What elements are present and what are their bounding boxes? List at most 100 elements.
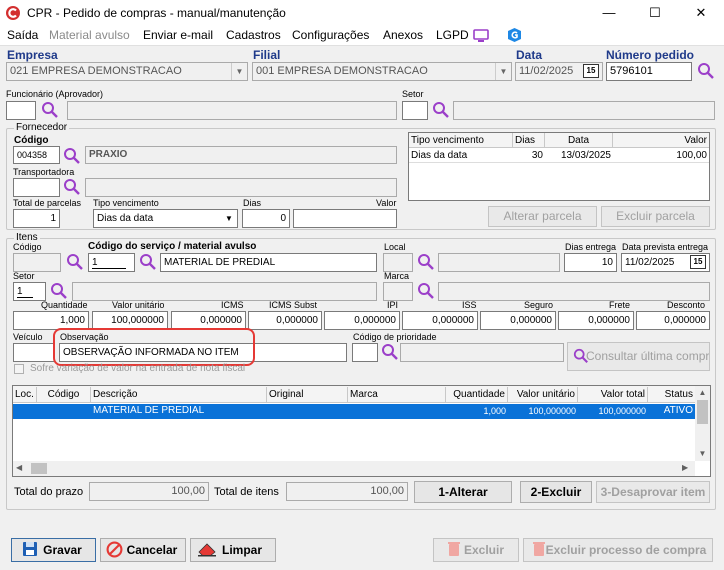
- item-setor-label: Setor: [13, 271, 35, 281]
- dias-label: Dias: [243, 198, 262, 208]
- monitor-icon[interactable]: [473, 29, 489, 43]
- col-quantidade[interactable]: Quantidade: [446, 387, 508, 402]
- dias-entrega-field[interactable]: 10: [564, 253, 617, 272]
- cell-dias: 30: [531, 150, 543, 161]
- search-icon[interactable]: [63, 147, 81, 165]
- variacao-checkbox-label: Sofre variação de valor na entrada de no…: [30, 363, 246, 374]
- col-loc[interactable]: Loc.: [13, 387, 37, 402]
- excluir-button[interactable]: Excluir: [433, 538, 519, 562]
- menu-cadastros[interactable]: Cadastros: [226, 28, 281, 42]
- item-setor-value: 1: [17, 286, 33, 298]
- fornecedor-codigo-field[interactable]: 004358: [13, 146, 60, 164]
- excluir-processo-button[interactable]: Excluir processo de compra: [523, 538, 713, 562]
- transportadora-label: Transportadora: [13, 167, 75, 177]
- scroll-up-icon[interactable]: ▲: [695, 388, 710, 397]
- servico-code-field[interactable]: 1: [88, 253, 135, 272]
- funcionario-name-field: [67, 101, 397, 120]
- transportadora-code-input[interactable]: [13, 178, 60, 197]
- search-icon[interactable]: [139, 253, 157, 271]
- menu-enviar-email[interactable]: Enviar e-mail: [143, 28, 213, 42]
- search-icon[interactable]: [697, 62, 715, 80]
- menu-lgpd[interactable]: LGPD: [436, 28, 469, 42]
- fornecedor-codigo-label: Código: [14, 135, 49, 146]
- app-logo-icon: [6, 6, 20, 20]
- search-icon[interactable]: [66, 253, 84, 271]
- search-icon[interactable]: [381, 343, 399, 361]
- vertical-scrollbar[interactable]: ▲ ▼: [695, 386, 710, 461]
- search-icon[interactable]: [417, 282, 435, 300]
- table-row[interactable]: MATERIAL DE PREDIAL 1,000 100,000000 100…: [13, 404, 695, 419]
- funcionario-code-input[interactable]: [6, 101, 36, 120]
- item-setor-name-field: [72, 282, 377, 301]
- itens-grid[interactable]: Loc. Código Descrição Original Marca Qua…: [12, 385, 711, 477]
- variacao-checkbox[interactable]: [14, 364, 24, 374]
- col-marca[interactable]: Marca: [348, 387, 446, 402]
- col-valor[interactable]: Valor: [613, 133, 709, 148]
- maximize-button[interactable]: ☐: [632, 0, 678, 26]
- menu-saida[interactable]: Saída: [7, 28, 38, 42]
- fornecedor-nome-field: PRAXIO: [85, 146, 397, 164]
- frete-field[interactable]: 0,000000: [558, 311, 634, 330]
- vertical-scroll-thumb[interactable]: [697, 400, 708, 424]
- servico-desc-field[interactable]: MATERIAL DE PREDIAL: [160, 253, 377, 272]
- valor-field[interactable]: [293, 209, 397, 228]
- calendar-icon[interactable]: 15: [690, 255, 706, 269]
- col-data[interactable]: Data: [545, 133, 613, 148]
- col-dias[interactable]: Dias: [513, 133, 545, 148]
- menu-anexos[interactable]: Anexos: [383, 28, 423, 42]
- excluir-item-button[interactable]: 2-Excluir: [520, 481, 592, 503]
- scroll-right-icon[interactable]: ▶: [682, 463, 688, 472]
- iss-field[interactable]: 0,000000: [402, 311, 478, 330]
- cell-codigo: [37, 404, 91, 418]
- alterar-item-button[interactable]: 1-Alterar: [414, 481, 512, 503]
- desconto-field[interactable]: 0,000000: [636, 311, 710, 330]
- valor-unitario-label: Valor unitário: [112, 300, 165, 310]
- item-setor-field[interactable]: 1: [13, 282, 46, 301]
- horizontal-scrollbar[interactable]: ◀ ▶: [13, 461, 695, 476]
- desaprovar-item-button[interactable]: 3-Desaprovar item: [596, 481, 710, 503]
- col-descricao[interactable]: Descrição: [91, 387, 267, 402]
- servico-code-value: 1: [92, 257, 126, 269]
- brand-g-icon[interactable]: [507, 27, 522, 43]
- veiculo-field[interactable]: [13, 343, 55, 362]
- menu-configuracoes[interactable]: Configurações: [292, 28, 369, 42]
- dias-field[interactable]: 0: [242, 209, 290, 228]
- cell-tipo: Dias da data: [411, 150, 468, 161]
- col-valor-total[interactable]: Valor total: [578, 387, 648, 402]
- setor-code-input[interactable]: [402, 101, 428, 120]
- filial-select[interactable]: 001 EMPRESA DEMONSTRACAO ▼: [252, 62, 512, 81]
- calendar-icon[interactable]: 15: [583, 64, 599, 78]
- prioridade-code-field[interactable]: [352, 343, 378, 362]
- search-icon[interactable]: [50, 282, 68, 300]
- search-icon[interactable]: [417, 253, 435, 271]
- empresa-select[interactable]: 021 EMPRESA DEMONSTRACAO ▼: [6, 62, 248, 81]
- ipi-field[interactable]: 0,000000: [324, 311, 400, 330]
- horizontal-scroll-thumb[interactable]: [31, 463, 47, 474]
- seguro-field[interactable]: 0,000000: [480, 311, 556, 330]
- col-tipo-vencimento[interactable]: Tipo vencimento: [409, 133, 513, 148]
- close-button[interactable]: ✕: [678, 0, 724, 26]
- numero-pedido-field[interactable]: 5796101: [606, 62, 692, 81]
- cell-loc: [13, 404, 37, 418]
- search-icon[interactable]: [41, 101, 59, 119]
- search-icon[interactable]: [432, 101, 450, 119]
- parcelas-table[interactable]: Tipo vencimento Dias Data Valor Dias da …: [408, 132, 710, 201]
- scroll-down-icon[interactable]: ▼: [695, 449, 710, 458]
- icms-subst-field[interactable]: 0,000000: [248, 311, 322, 330]
- menu-material-avulso[interactable]: Material avulso: [49, 28, 130, 42]
- alterar-parcela-button[interactable]: Alterar parcela: [488, 206, 597, 227]
- item-codigo-label: Código: [13, 242, 42, 252]
- col-codigo[interactable]: Código: [37, 387, 91, 402]
- col-valor-unitario[interactable]: Valor unitário: [508, 387, 578, 402]
- cancel-icon: [106, 541, 123, 558]
- setor-label: Setor: [402, 89, 424, 99]
- table-row[interactable]: Dias da data 30 13/03/2025 100,00: [409, 149, 709, 163]
- search-icon[interactable]: [63, 178, 81, 196]
- parcelas-field[interactable]: 1: [13, 209, 60, 228]
- tipo-vencimento-select[interactable]: Dias da data ▼: [93, 209, 238, 228]
- col-status[interactable]: Status: [648, 387, 695, 402]
- excluir-parcela-button[interactable]: Excluir parcela: [601, 206, 710, 227]
- scroll-left-icon[interactable]: ◀: [16, 463, 22, 472]
- col-original[interactable]: Original: [267, 387, 348, 402]
- minimize-button[interactable]: —: [586, 0, 632, 26]
